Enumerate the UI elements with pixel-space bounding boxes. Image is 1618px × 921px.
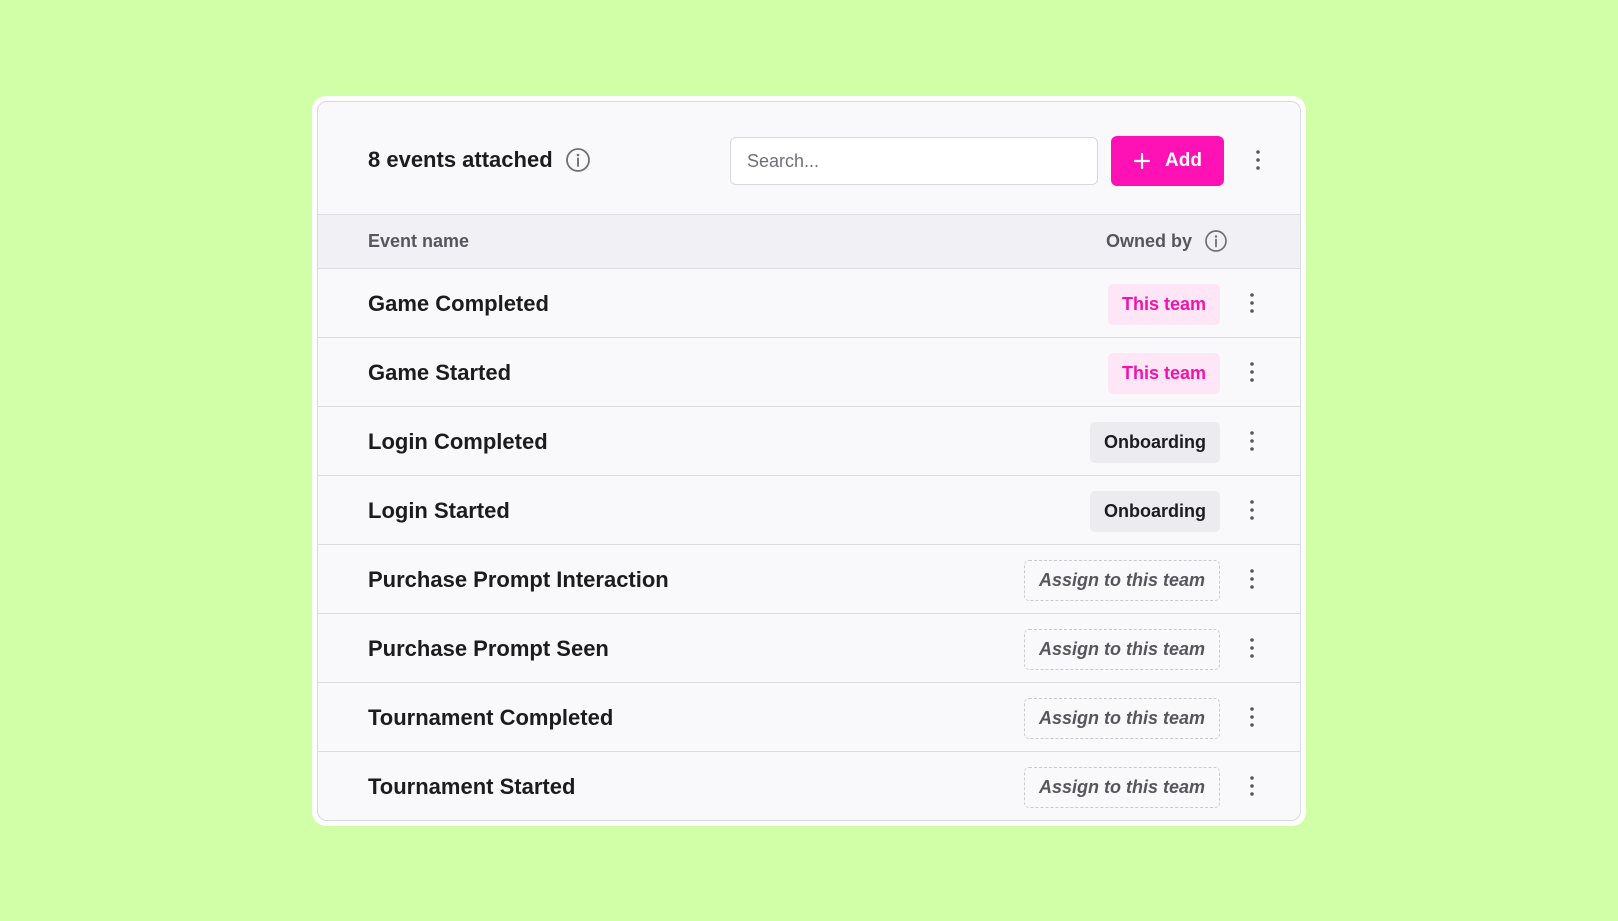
event-name: Login Completed	[368, 429, 548, 454]
column-owned-by[interactable]: Owned by	[1106, 229, 1228, 253]
more-vertical-icon[interactable]	[1238, 559, 1266, 599]
more-vertical-icon[interactable]	[1238, 283, 1266, 323]
more-vertical-icon[interactable]	[1238, 352, 1266, 392]
add-button-label: Add	[1165, 150, 1202, 171]
more-vertical-icon[interactable]	[1238, 490, 1266, 530]
owner-badge: Onboarding	[1090, 491, 1220, 532]
event-name: Login Started	[368, 498, 510, 523]
table-row[interactable]: Game Started This team	[318, 338, 1300, 407]
more-vertical-icon[interactable]	[1238, 697, 1266, 737]
more-vertical-icon[interactable]	[1244, 140, 1272, 180]
search-input[interactable]	[730, 137, 1098, 185]
table-row[interactable]: Login Started Onboarding	[318, 476, 1300, 545]
events-count-title: 8 events attached	[368, 147, 591, 173]
more-vertical-icon[interactable]	[1238, 421, 1266, 461]
events-panel-frame: 8 events attached Add	[312, 96, 1306, 826]
event-name: Purchase Prompt Seen	[368, 636, 609, 661]
table-row[interactable]: Tournament Started Assign to this team	[318, 752, 1300, 820]
assign-to-team-button[interactable]: Assign to this team	[1023, 560, 1220, 601]
panel-header: 8 events attached Add	[318, 102, 1300, 215]
owner-badge: This team	[1107, 353, 1220, 394]
table-row[interactable]: Purchase Prompt Interaction Assign to thi…	[318, 545, 1300, 614]
event-name: Purchase Prompt Interaction	[368, 567, 669, 592]
event-list: Game Completed This team Game Started This …	[318, 269, 1300, 820]
event-name: Game Started	[368, 360, 512, 385]
table-row[interactable]: Tournament Completed Assign to this team	[318, 683, 1300, 752]
assign-to-team-button[interactable]: Assign to this team	[1023, 767, 1220, 808]
events-count-label: 8 events attached	[368, 147, 553, 172]
assign-to-team-button[interactable]: Assign to this team	[1023, 629, 1220, 670]
info-icon[interactable]	[1204, 229, 1228, 253]
table-row[interactable]: Game Completed This team	[318, 269, 1300, 338]
owner-badge: Onboarding	[1090, 422, 1220, 463]
event-name: Tournament Completed	[368, 705, 614, 730]
event-name: Game Completed	[368, 291, 549, 316]
more-vertical-icon[interactable]	[1238, 628, 1266, 668]
more-vertical-icon[interactable]	[1238, 766, 1266, 806]
info-icon[interactable]	[565, 147, 591, 173]
add-button[interactable]: Add	[1111, 136, 1224, 186]
table-row[interactable]: Purchase Prompt Seen Assign to this team	[318, 614, 1300, 683]
events-panel: 8 events attached Add	[317, 101, 1301, 821]
column-event-name[interactable]: Event name	[368, 231, 469, 252]
assign-to-team-button[interactable]: Assign to this team	[1023, 698, 1220, 739]
table-row[interactable]: Login Completed Onboarding	[318, 407, 1300, 476]
column-owned-by-label: Owned by	[1105, 230, 1192, 251]
event-name: Tournament Started	[368, 774, 576, 799]
owner-badge: This team	[1107, 284, 1220, 325]
plus-icon	[1133, 152, 1151, 170]
table-header: Event name Owned by	[318, 215, 1300, 269]
